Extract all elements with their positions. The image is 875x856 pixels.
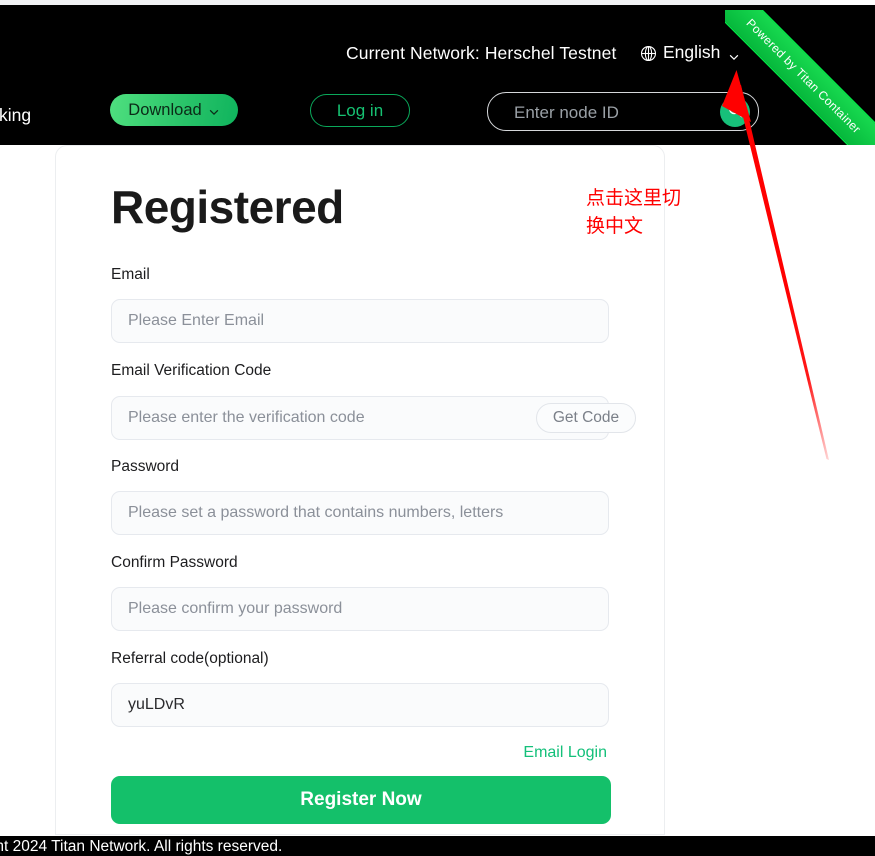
page-title: Registered [111, 181, 344, 233]
referral-code-input[interactable] [111, 683, 609, 727]
download-button[interactable]: Download [110, 94, 238, 126]
confirm-password-input[interactable] [111, 587, 609, 631]
chevron-down-icon [728, 47, 740, 60]
login-button-label: Log in [336, 100, 384, 120]
login-button[interactable]: Log in [310, 94, 410, 127]
get-code-button[interactable]: Get Code [536, 403, 636, 433]
current-network-label: Current Network: Herschel Testnet [346, 43, 617, 63]
language-label: English [663, 42, 721, 62]
password-label: Password [111, 458, 180, 475]
referral-code-label: Referral code(optional) [111, 650, 269, 667]
download-button-label: Download [128, 100, 202, 119]
password-input[interactable] [111, 491, 609, 535]
language-switcher[interactable]: English [640, 42, 740, 63]
node-id-search-box [487, 92, 759, 132]
verification-code-label: Email Verification Code [111, 362, 272, 379]
email-input[interactable] [111, 299, 609, 343]
confirm-password-label: Confirm Password [111, 554, 238, 571]
globe-icon [640, 45, 657, 62]
site-footer: Copyright 2024 Titan Network. All rights… [0, 836, 875, 856]
nav-link-truncated[interactable]: king [0, 105, 31, 126]
navbar-top-row: Current Network: Herschel Testnet Englis… [0, 5, 875, 83]
register-now-button[interactable]: Register Now [111, 776, 611, 824]
search-input[interactable] [512, 93, 716, 132]
verification-code-input[interactable] [111, 396, 609, 440]
copyright-text: Copyright 2024 Titan Network. All rights… [0, 838, 283, 855]
search-submit-button[interactable] [720, 96, 750, 127]
registration-card: Registered Email Email Verification Code… [55, 145, 665, 835]
email-login-link[interactable]: Email Login [523, 744, 607, 762]
chevron-down-icon [208, 104, 220, 116]
search-icon [727, 102, 744, 122]
email-label: Email [111, 266, 150, 283]
